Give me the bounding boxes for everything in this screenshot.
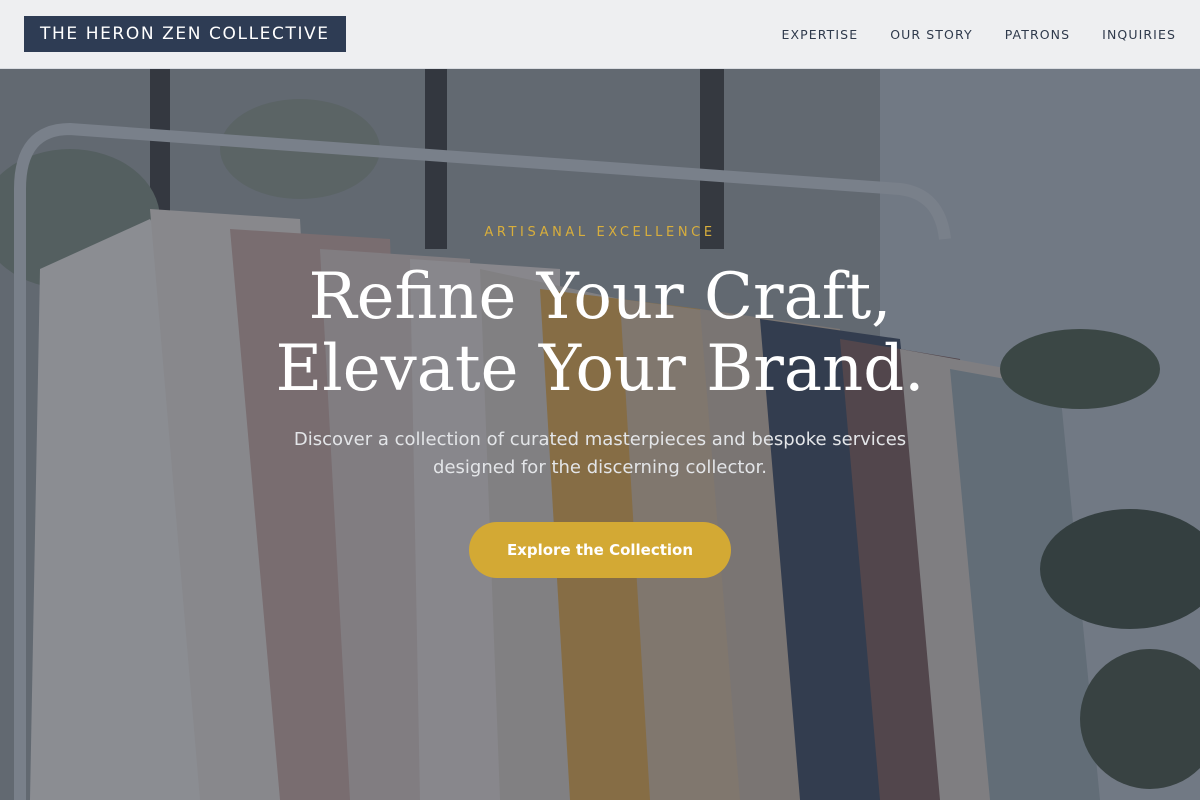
hero-headline-line-1: Refine Your Craft, (308, 260, 892, 334)
hero-subtext-line-2: designed for the discerning collector. (433, 457, 767, 478)
nav-link-inquiries[interactable]: INQUIRIES (1102, 27, 1176, 42)
main-nav: EXPERTISE OUR STORY PATRONS INQUIRIES (749, 27, 1176, 42)
hero-eyebrow: ARTISANAL EXCELLENCE (484, 225, 716, 240)
nav-link-patrons[interactable]: PATRONS (1005, 27, 1070, 42)
hero-subtext: Discover a collection of curated masterp… (0, 426, 1200, 482)
site-header: THE HERON ZEN COLLECTIVE EXPERTISE OUR S… (0, 0, 1200, 69)
brand-logo[interactable]: THE HERON ZEN COLLECTIVE (24, 16, 346, 52)
hero-headline: Refine Your Craft, Elevate Your Brand. (0, 261, 1200, 405)
hero-headline-line-2: Elevate Your Brand. (275, 332, 925, 406)
nav-link-our-story[interactable]: OUR STORY (890, 27, 972, 42)
explore-collection-button[interactable]: Explore the Collection (469, 522, 731, 578)
hero-subtext-line-1: Discover a collection of curated masterp… (293, 429, 907, 450)
hero-section: ARTISANAL EXCELLENCE Refine Your Craft, … (0, 69, 1200, 800)
nav-link-expertise[interactable]: EXPERTISE (781, 27, 858, 42)
